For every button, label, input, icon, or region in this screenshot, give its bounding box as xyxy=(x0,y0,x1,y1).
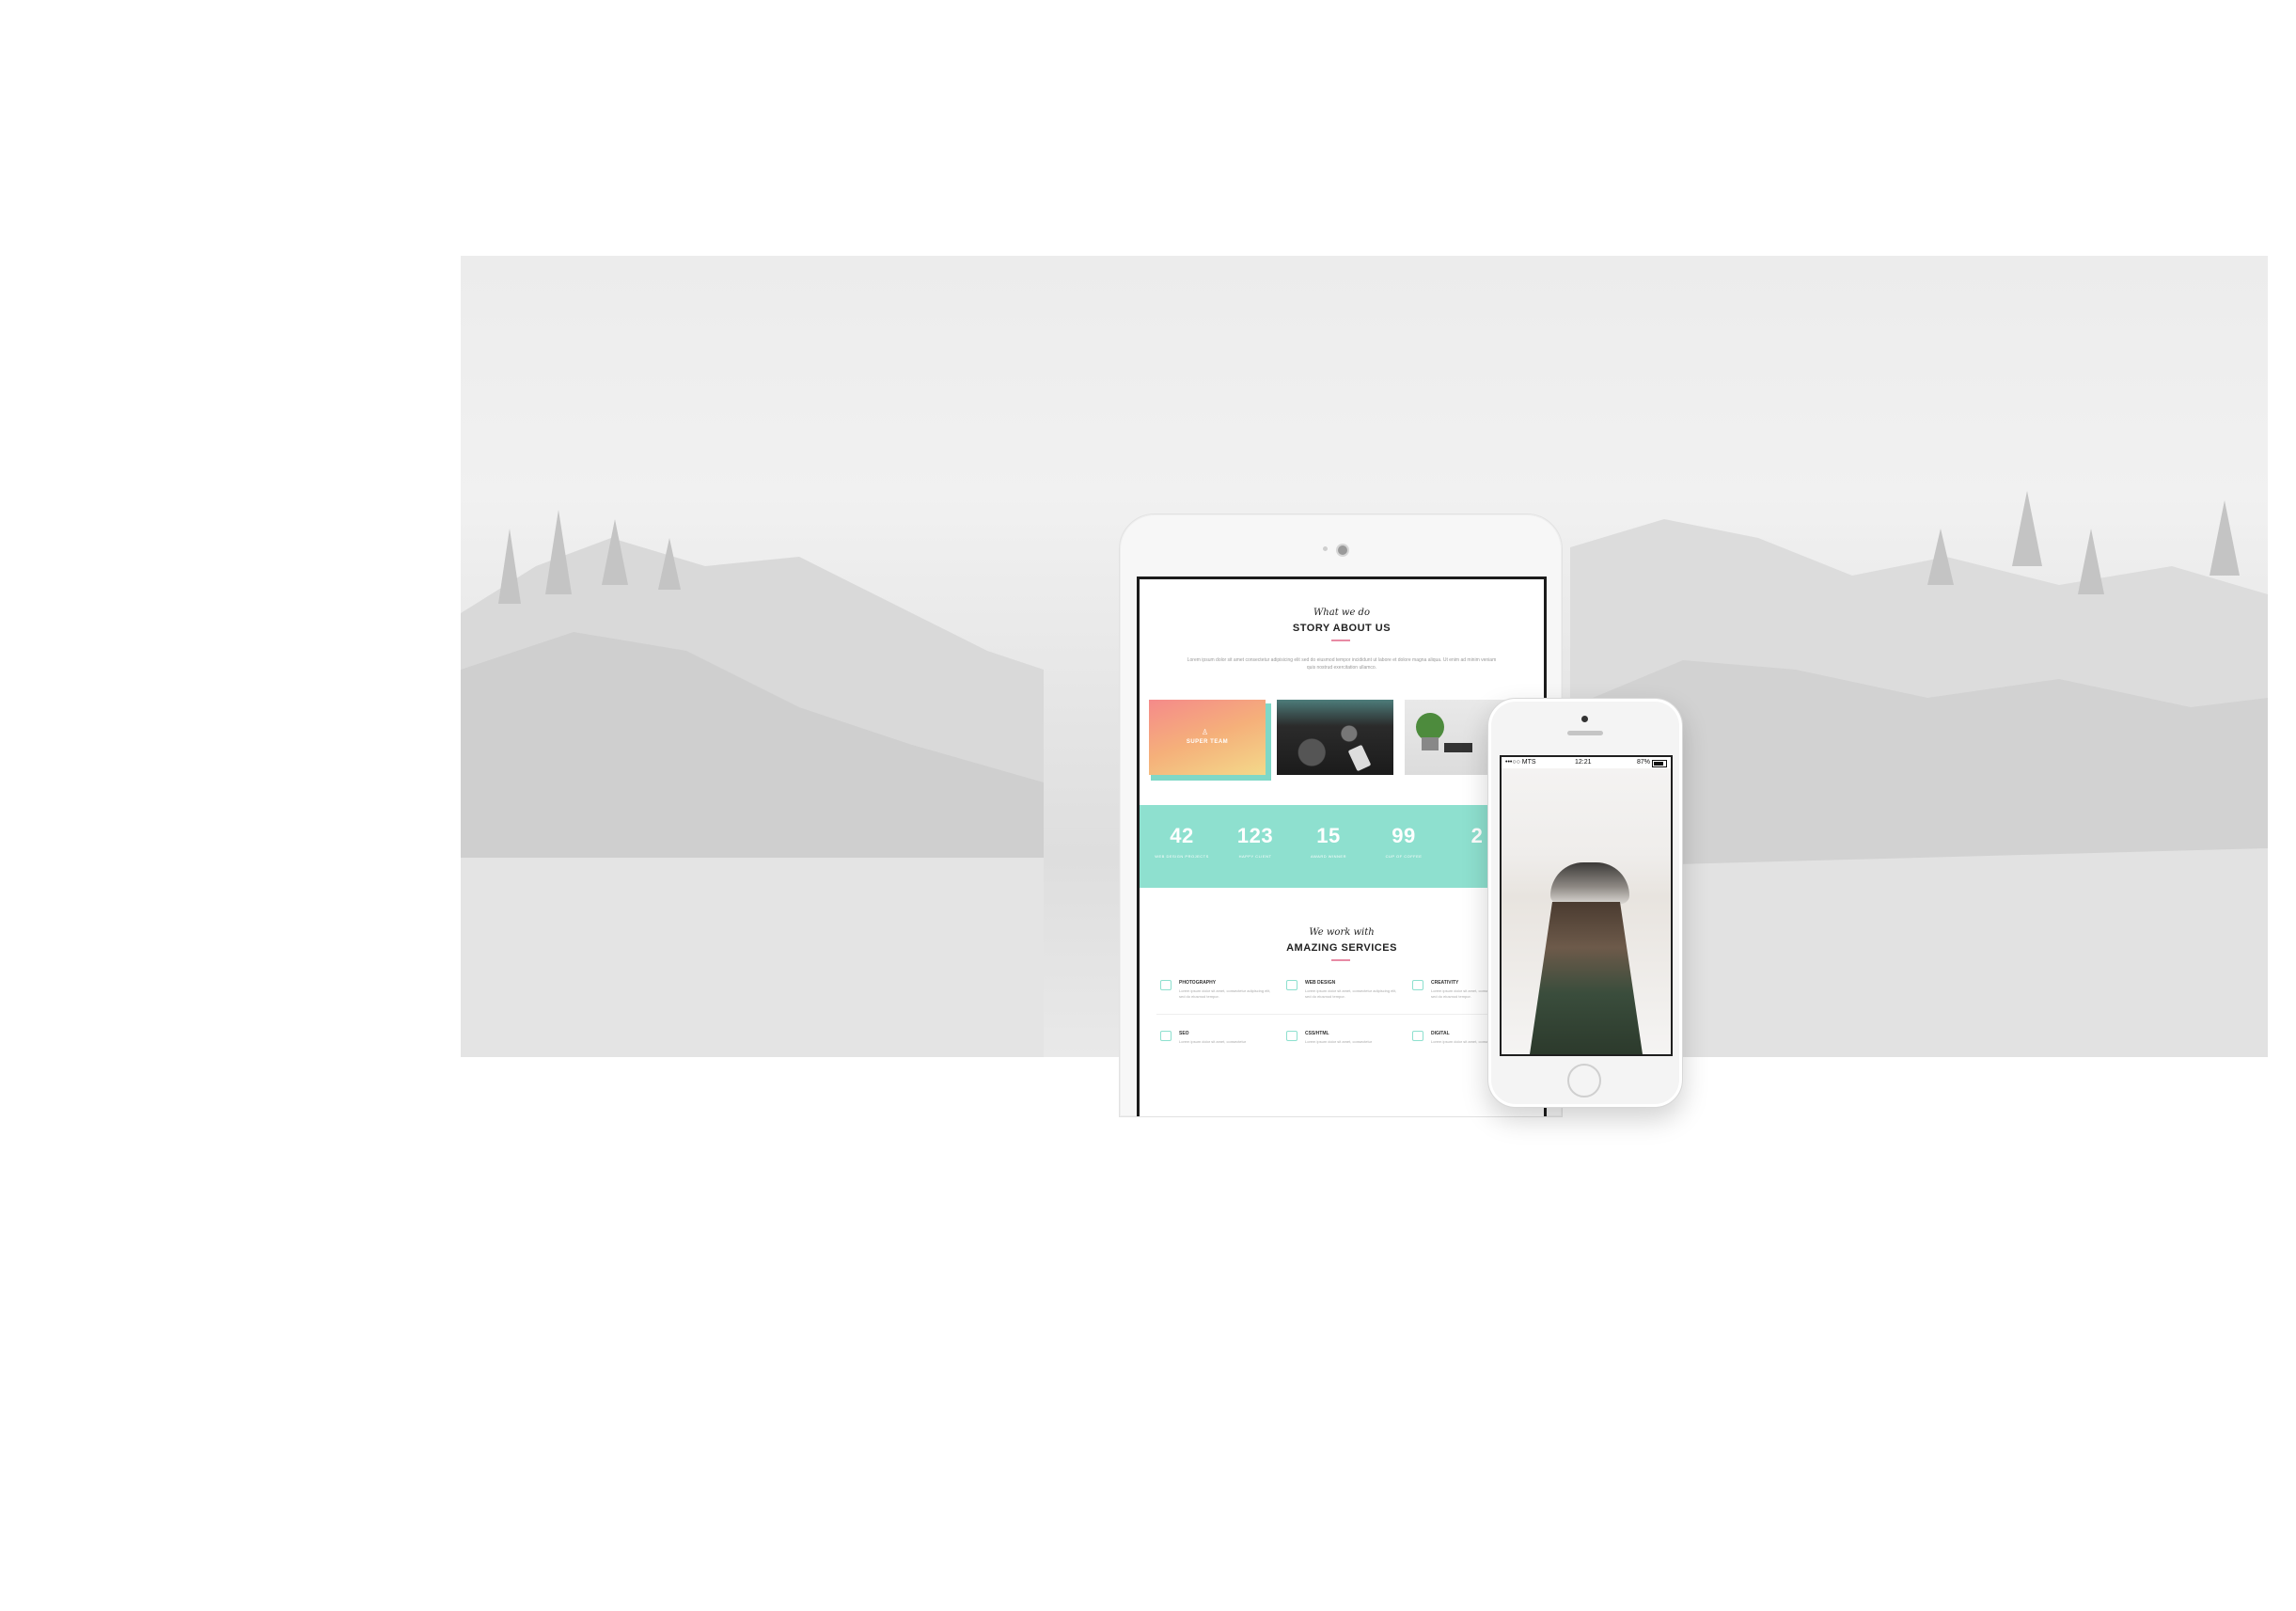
services-heading: AMAZING SERVICES xyxy=(1286,942,1397,954)
code-icon xyxy=(1286,1031,1297,1041)
desk-photo xyxy=(1277,700,1393,775)
stat-coffee: 99 CUP OF COFFEE xyxy=(1371,824,1437,859)
digital-icon xyxy=(1412,1031,1423,1041)
chart-icon xyxy=(1160,1031,1172,1041)
services-divider xyxy=(1156,1014,1525,1015)
home-button[interactable] xyxy=(1567,1064,1601,1098)
about-script-title: What we do xyxy=(1313,608,1370,618)
team-tile-label: SUPER TEAM xyxy=(1186,739,1229,745)
stat-awards: 15 AWARD WINNER xyxy=(1296,824,1361,859)
tablet-screen: What we do STORY ABOUT US Lorem ipsum do… xyxy=(1137,576,1547,1116)
carrier-label: •••○○ MTS xyxy=(1505,759,1536,766)
stat-label: AWARD WINNER xyxy=(1311,854,1346,859)
image-icon xyxy=(1286,980,1297,990)
phone-screen: •••○○ MTS 12:21 87% xyxy=(1500,755,1673,1056)
about-heading: STORY ABOUT US xyxy=(1292,623,1392,634)
team-icon: ♙ xyxy=(1202,728,1209,736)
service-title: PHOTOGRAPHY xyxy=(1179,980,1217,986)
tablet-camera xyxy=(1336,544,1349,557)
stats-band: 42 WEB DESIGN PROJECTS 123 HAPPY CLIENT … xyxy=(1140,805,1544,888)
service-title: CSS/HTML xyxy=(1305,1031,1329,1036)
camera-icon xyxy=(1160,980,1172,990)
workspace-photo-tile[interactable] xyxy=(1277,700,1393,775)
phone-camera xyxy=(1581,716,1588,722)
service-text: Lorem ipsum dolor sit amet, consectetur … xyxy=(1179,988,1271,999)
battery-percent: 87% xyxy=(1636,759,1650,766)
stat-value: 15 xyxy=(1316,824,1341,847)
battery-icon xyxy=(1652,760,1667,767)
team-tile[interactable]: ♙ SUPER TEAM xyxy=(1149,700,1266,775)
stat-clients: 123 HAPPY CLIENT xyxy=(1222,824,1288,859)
stat-value: 123 xyxy=(1236,824,1274,847)
stat-label: WEB DESIGN PROJECTS xyxy=(1155,854,1209,859)
stat-value: 99 xyxy=(1392,824,1416,847)
stat-value: 42 xyxy=(1170,824,1194,847)
stat-label: CUP OF COFFEE xyxy=(1385,854,1423,859)
service-text: Lorem ipsum dolor sit amet, consectetur … xyxy=(1305,988,1397,999)
box-in-photo xyxy=(1444,743,1472,752)
status-time: 12:21 xyxy=(1575,759,1592,766)
photo-body-city xyxy=(1530,902,1643,1054)
heading-underline xyxy=(1331,640,1350,641)
phone-speaker xyxy=(1567,731,1603,735)
double-exposure-photo xyxy=(1502,768,1671,1054)
phone-mockup: •••○○ MTS 12:21 87% xyxy=(1487,698,1683,1108)
services-underline xyxy=(1331,959,1350,961)
tablet-sensor xyxy=(1323,546,1328,551)
status-bar: •••○○ MTS 12:21 87% xyxy=(1502,757,1671,768)
service-title: DIGITAL xyxy=(1431,1031,1450,1036)
monitor-icon xyxy=(1412,980,1423,990)
service-text: Lorem ipsum dolor sit amet, consectetur xyxy=(1179,1039,1247,1044)
about-description: Lorem ipsum dolor sit amet consectetur a… xyxy=(1187,657,1497,671)
photo-head xyxy=(1550,862,1629,904)
service-text: Lorem ipsum dolor sit amet, consectetur xyxy=(1305,1039,1373,1044)
services-script-title: We work with xyxy=(1309,927,1375,938)
service-title: WEB DESIGN xyxy=(1305,980,1336,986)
stat-projects: 42 WEB DESIGN PROJECTS xyxy=(1149,824,1215,859)
service-title: CREATIVITY xyxy=(1431,980,1459,986)
service-title: SEO xyxy=(1179,1031,1189,1036)
stat-label: HAPPY CLIENT xyxy=(1238,854,1272,859)
pot-in-photo xyxy=(1422,737,1439,750)
